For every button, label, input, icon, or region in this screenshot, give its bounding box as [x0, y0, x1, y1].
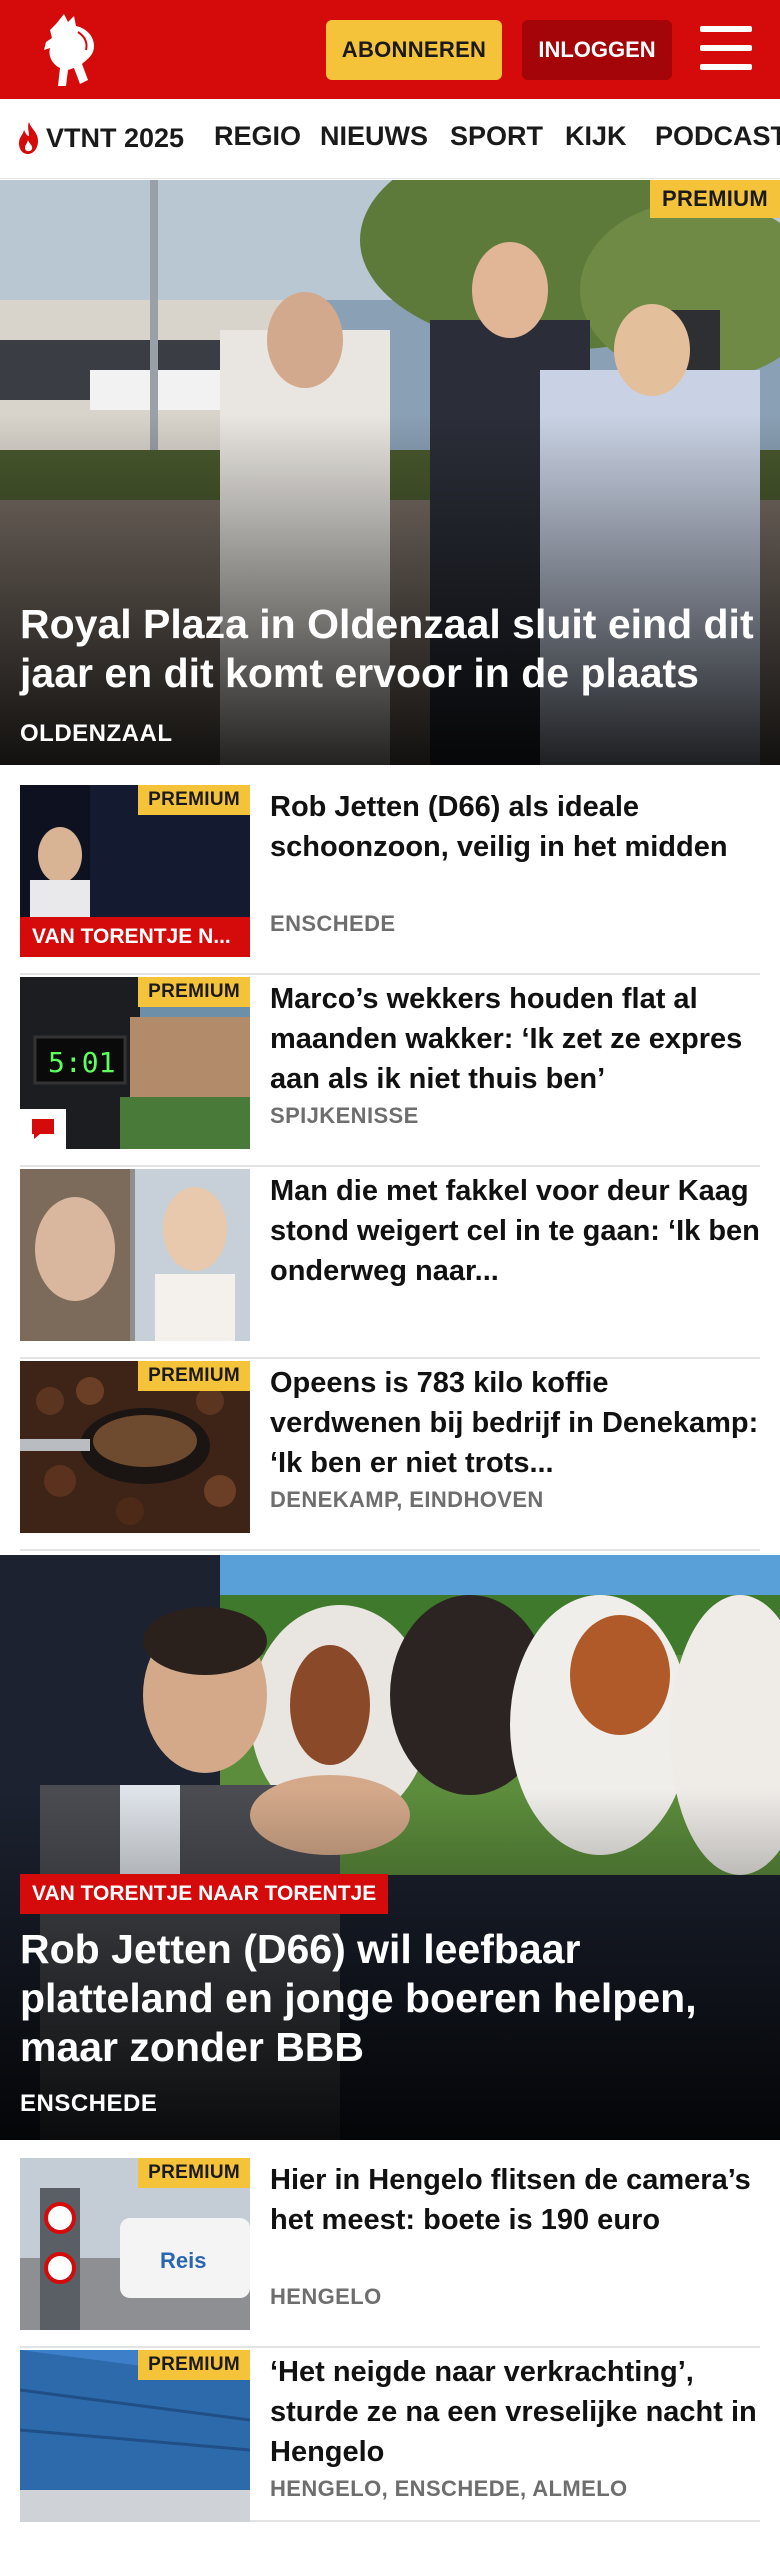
- list-item-jetten-schoonzoon[interactable]: PREMIUM VAN TORENTJE N... Rob Jetten (D6…: [20, 785, 760, 975]
- subscribe-button[interactable]: ABONNEREN: [326, 20, 502, 80]
- article-thumbnail: PREMIUM: [20, 2350, 250, 2522]
- article-thumbnail: PREMIUM: [20, 1361, 250, 1533]
- hero-gradient: [0, 414, 780, 765]
- svg-text:5:01: 5:01: [48, 1046, 115, 1079]
- premium-badge: PREMIUM: [138, 2158, 250, 2188]
- premium-badge: PREMIUM: [650, 180, 780, 218]
- article-location: HENGELO: [270, 2284, 382, 2309]
- tubantia-horse-logo[interactable]: [38, 10, 106, 90]
- premium-badge: PREMIUM: [138, 977, 250, 1007]
- list-item-marco-wekkers[interactable]: 5:01 PREMIUM Marco’s wekkers houden flat…: [20, 977, 760, 1167]
- svg-text:Reis: Reis: [160, 2248, 206, 2273]
- premium-badge: PREMIUM: [138, 1361, 250, 1391]
- hero-location: OLDENZAAL: [20, 720, 173, 747]
- article-title[interactable]: Opeens is 783 kilo koffie verdwenen bij …: [270, 1363, 760, 1483]
- hero-article-jetten-platteland[interactable]: VAN TORENTJE NAAR TORENTJE Rob Jetten (D…: [0, 1555, 780, 2140]
- nav-item-sport[interactable]: SPORT: [450, 121, 543, 152]
- comment-icon[interactable]: [20, 1109, 66, 1149]
- premium-badge: PREMIUM: [138, 2350, 250, 2380]
- article-thumbnail: 5:01 PREMIUM: [20, 977, 250, 1149]
- article-title[interactable]: ‘Het neigde naar verkrachting’, sturde z…: [270, 2352, 760, 2472]
- thumbnail-photo: [20, 1169, 250, 1341]
- article-title[interactable]: Man die met fakkel voor deur Kaag stond …: [270, 1171, 760, 1291]
- list-item-verkrachting-hengelo[interactable]: PREMIUM ‘Het neigde naar verkrachting’, …: [20, 2350, 760, 2522]
- list-item-koffie-denekamp[interactable]: PREMIUM Opeens is 783 kilo koffie verdwe…: [20, 1361, 760, 1551]
- hero-title[interactable]: Royal Plaza in Oldenzaal sluit eind dit …: [20, 600, 760, 698]
- article-location: DENEKAMP, EINDHOVEN: [270, 1487, 544, 1512]
- premium-badge: PREMIUM: [138, 785, 250, 815]
- article-location: HENGELO, ENSCHEDE, ALMELO: [270, 2476, 628, 2501]
- hamburger-menu-icon[interactable]: [700, 24, 752, 72]
- hero-location: ENSCHEDE: [20, 2090, 158, 2117]
- series-label: VAN TORENTJE NAAR TORENTJE: [20, 1874, 389, 1914]
- article-thumbnail: PREMIUM VAN TORENTJE N...: [20, 785, 250, 957]
- article-thumbnail: Reis PREMIUM: [20, 2158, 250, 2330]
- article-title[interactable]: Rob Jetten (D66) als ideale schoonzoon, …: [270, 787, 760, 867]
- article-location: ENSCHEDE: [270, 911, 396, 936]
- login-button[interactable]: INLOGGEN: [522, 20, 672, 80]
- nav-item-podcast[interactable]: PODCAST: [655, 121, 780, 152]
- series-label: VAN TORENTJE N...: [20, 917, 250, 957]
- article-title[interactable]: Hier in Hengelo flitsen de camera’s het …: [270, 2160, 760, 2240]
- top-header: ABONNEREN INLOGGEN: [0, 0, 780, 99]
- hero-title[interactable]: Rob Jetten (D66) wil leefbaar platteland…: [20, 1925, 760, 2072]
- section-nav: VTNT 2025 REGIO NIEUWS SPORT KIJK PODCAS…: [0, 99, 780, 179]
- nav-item-vtnt[interactable]: VTNT 2025: [16, 121, 184, 155]
- nav-item-label: VTNT 2025: [46, 122, 185, 153]
- article-thumbnail: [20, 1169, 250, 1341]
- list-item-flitsen-hengelo[interactable]: Reis PREMIUM Hier in Hengelo flitsen de …: [20, 2158, 760, 2348]
- hero-article-royal-plaza[interactable]: PREMIUM Royal Plaza in Oldenzaal sluit e…: [0, 180, 780, 765]
- nav-item-nieuws[interactable]: NIEUWS: [320, 121, 428, 152]
- nav-item-regio[interactable]: REGIO: [214, 121, 301, 152]
- flame-icon: [19, 122, 38, 154]
- nav-item-kijk[interactable]: KIJK: [565, 121, 627, 152]
- list-item-fakkel-kaag[interactable]: Man die met fakkel voor deur Kaag stond …: [20, 1169, 760, 1359]
- article-location: SPIJKENISSE: [270, 1103, 419, 1128]
- article-title[interactable]: Marco’s wekkers houden flat al maanden w…: [270, 979, 760, 1099]
